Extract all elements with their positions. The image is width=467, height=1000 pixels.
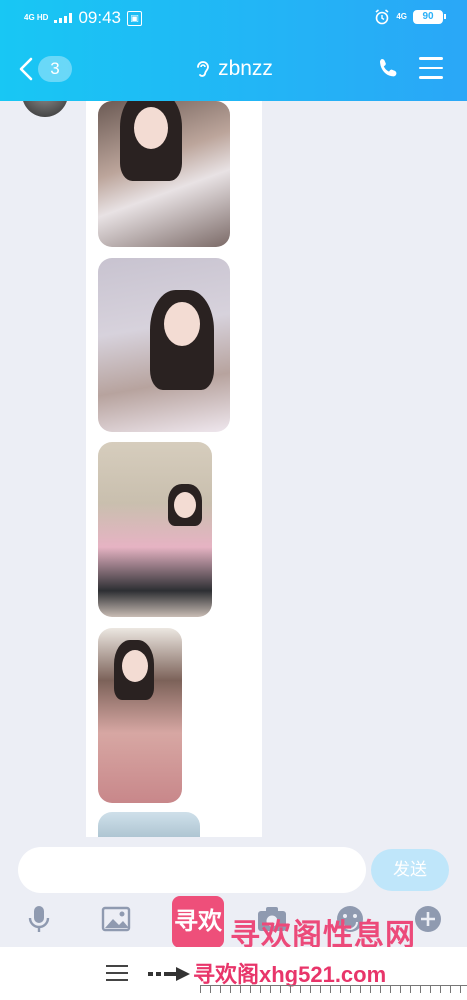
network-indicator: 4G HD	[24, 13, 49, 22]
image-message[interactable]	[98, 442, 212, 617]
alarm-clock-icon	[375, 9, 389, 25]
signal-icon	[54, 13, 73, 23]
status-bar: 4G HD 09:43 ▣ 4G 90	[0, 0, 467, 36]
battery-indicator: 90	[413, 10, 446, 24]
ear-icon	[197, 61, 209, 77]
phone-icon[interactable]	[377, 56, 401, 80]
plus-icon[interactable]	[411, 902, 445, 936]
back-arrow-icon[interactable]	[146, 964, 196, 984]
mic-icon[interactable]	[22, 902, 56, 936]
status-time: 09:43	[78, 8, 121, 27]
status-right: 4G 90	[374, 9, 446, 25]
image-message[interactable]	[98, 101, 230, 247]
network-indicator-right: 4G	[396, 12, 407, 21]
image-message[interactable]	[98, 628, 182, 803]
avatar[interactable]	[22, 101, 68, 117]
watermark-logo: 寻欢	[172, 896, 224, 948]
chat-area[interactable]	[0, 101, 467, 837]
contact-name: zbnzz	[218, 57, 273, 80]
top-bar: 4G HD 09:43 ▣ 4G 90 3 zbnzz	[0, 0, 467, 101]
image-icon[interactable]	[99, 902, 133, 936]
menu-icon[interactable]	[419, 57, 443, 79]
sim-card-icon: ▣	[127, 10, 142, 26]
watermark-ruler	[200, 985, 467, 993]
status-left: 4G HD 09:43 ▣	[24, 8, 142, 28]
image-message[interactable]	[98, 812, 200, 837]
recent-apps-icon[interactable]	[106, 965, 128, 983]
image-message[interactable]	[98, 258, 230, 432]
send-button[interactable]: 发送	[371, 849, 449, 891]
chat-header: 3 zbnzz	[0, 36, 467, 101]
message-input[interactable]	[18, 847, 366, 893]
